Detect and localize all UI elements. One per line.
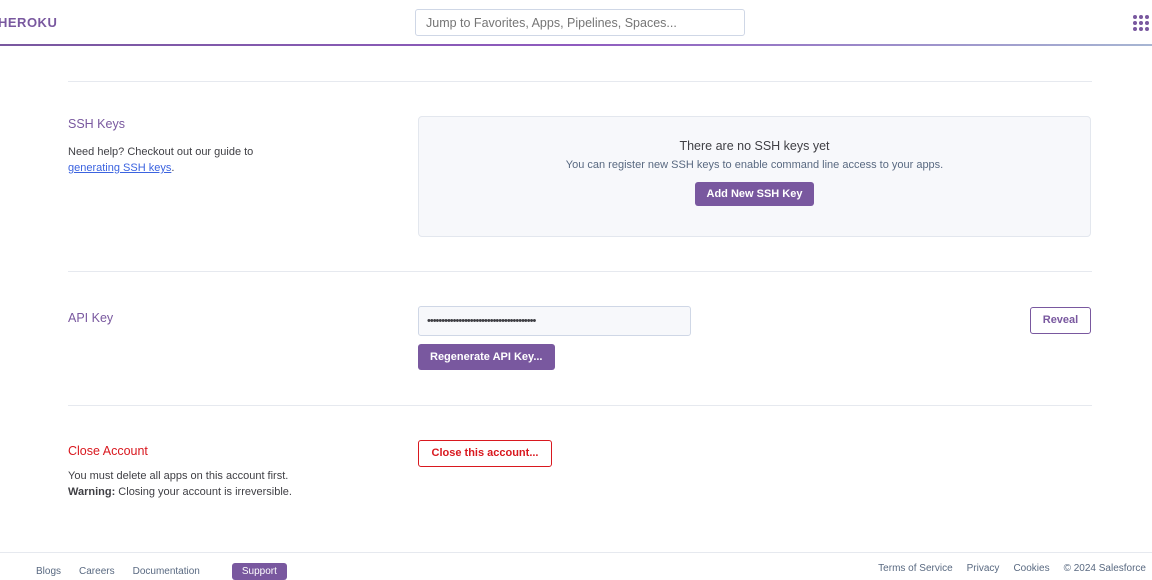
- generating-ssh-keys-link[interactable]: generating SSH keys: [68, 162, 171, 174]
- ssh-help-label: Need help? Checkout out our guide to: [68, 146, 254, 158]
- divider: [68, 271, 1092, 272]
- api-key-field[interactable]: ••••••••••••••••••••••••••••••••••••••: [418, 306, 691, 336]
- warning-label: Warning:: [68, 486, 116, 498]
- add-ssh-key-button[interactable]: Add New SSH Key: [694, 182, 815, 206]
- top-navbar: HEROKU: [0, 0, 1152, 46]
- footer-divider: [0, 552, 1152, 553]
- regenerate-api-key-button[interactable]: Regenerate API Key...: [418, 344, 555, 370]
- ssh-empty-heading: There are no SSH keys yet: [679, 139, 830, 153]
- footer-right-links: Terms of Service Privacy Cookies © 2024 …: [878, 563, 1146, 574]
- footer-link-terms[interactable]: Terms of Service: [878, 563, 952, 574]
- warning-text: Closing your account is irreversible.: [115, 486, 292, 498]
- divider: [68, 81, 1092, 82]
- footer-support-button[interactable]: Support: [231, 563, 287, 580]
- footer-link-cookies[interactable]: Cookies: [1013, 563, 1049, 574]
- footer-left-links: Blogs Careers Documentation Support: [36, 563, 287, 580]
- close-account-line1: You must delete all apps on this account…: [68, 470, 289, 482]
- ssh-keys-empty-panel: There are no SSH keys yet You can regist…: [418, 116, 1091, 237]
- close-account-title: Close Account: [68, 444, 148, 458]
- header-accent-bar: [0, 44, 1152, 46]
- heroku-logo[interactable]: HEROKU: [0, 15, 57, 30]
- divider: [68, 405, 1092, 406]
- ssh-help-text: Need help? Checkout out our guide to gen…: [68, 144, 328, 176]
- reveal-button[interactable]: Reveal: [1030, 307, 1091, 334]
- ssh-empty-subtext: You can register new SSH keys to enable …: [565, 159, 944, 171]
- footer-link-privacy[interactable]: Privacy: [967, 563, 1000, 574]
- footer-copyright: © 2024 Salesforce: [1063, 563, 1146, 574]
- close-account-description: You must delete all apps on this account…: [68, 468, 368, 500]
- ssh-help-suffix: .: [171, 162, 175, 174]
- ssh-keys-title: SSH Keys: [68, 117, 125, 131]
- close-account-button[interactable]: Close this account...: [418, 440, 552, 467]
- search-input[interactable]: [415, 9, 745, 36]
- grid-dots-icon[interactable]: [1133, 15, 1149, 31]
- api-key-title: API Key: [68, 311, 114, 325]
